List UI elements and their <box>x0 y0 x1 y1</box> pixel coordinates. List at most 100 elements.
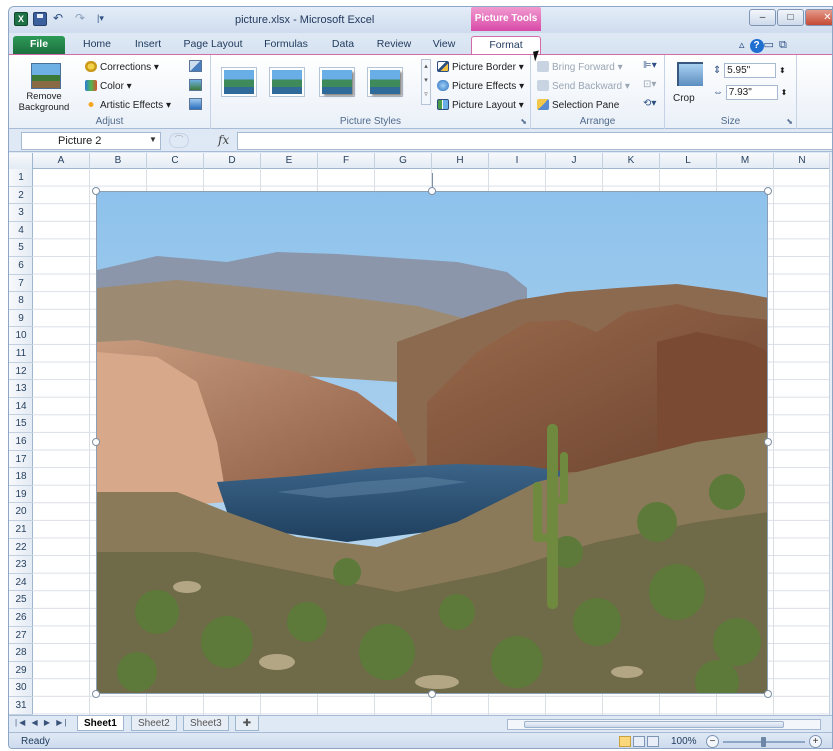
minimize-button[interactable]: – <box>749 9 776 26</box>
row-header[interactable]: 9 <box>9 310 33 328</box>
column-header[interactable]: C <box>147 153 204 169</box>
horizontal-scroll-thumb[interactable] <box>524 721 784 728</box>
sheet-tab-sheet1[interactable]: Sheet1 <box>77 716 124 731</box>
minimize-ribbon-icon[interactable]: ▵ <box>739 39 750 51</box>
row-header[interactable]: 14 <box>9 398 33 416</box>
shape-height-input[interactable]: 5.95" <box>724 63 777 78</box>
resize-handle-right[interactable] <box>764 438 772 446</box>
width-spinner-icon[interactable]: ⬍ <box>781 88 788 97</box>
row-header[interactable]: 13 <box>9 380 33 398</box>
column-header[interactable]: G <box>375 153 432 169</box>
column-header[interactable]: B <box>90 153 147 169</box>
column-header[interactable]: H <box>432 153 489 169</box>
sheet-tab-sheet2[interactable]: Sheet2 <box>131 716 177 731</box>
maximize-button[interactable]: □ <box>777 9 804 26</box>
row-header[interactable]: 5 <box>9 239 33 257</box>
save-icon[interactable] <box>33 12 47 26</box>
row-header[interactable]: 4 <box>9 222 33 240</box>
column-header[interactable]: D <box>204 153 261 169</box>
zoom-in-icon[interactable]: + <box>809 735 822 748</box>
page-break-preview-icon[interactable] <box>647 736 659 747</box>
normal-view-icon[interactable] <box>619 736 631 747</box>
rotate-icon[interactable]: ⟲▾ <box>643 98 656 109</box>
send-backward-button[interactable]: Send Backward ▾ <box>537 80 630 92</box>
crop-button[interactable]: Crop <box>669 57 711 113</box>
vertical-scrollbar[interactable] <box>829 153 832 715</box>
tab-formulas[interactable]: Formulas <box>255 36 317 55</box>
column-header[interactable]: M <box>717 153 774 169</box>
close-button[interactable]: ✕ <box>805 9 832 26</box>
workbook-restore-icon[interactable]: ⧉ <box>779 39 792 51</box>
page-layout-view-icon[interactable] <box>633 736 645 747</box>
picture-styles-dialog-launcher[interactable]: ⬊ <box>520 117 527 126</box>
formula-bar-resize-icon[interactable]: ⌒ <box>169 133 189 148</box>
resize-handle-top-left[interactable] <box>92 187 100 195</box>
column-header[interactable]: N <box>774 153 829 169</box>
tab-format[interactable]: Format <box>471 36 541 55</box>
compress-pictures-icon[interactable] <box>189 60 202 72</box>
picture-layout-button[interactable]: Picture Layout ▾ <box>437 99 524 111</box>
horizontal-scrollbar[interactable] <box>507 719 821 730</box>
picture-styles-gallery-scroll[interactable]: ▴ ▾ ▿ <box>421 59 431 105</box>
column-header[interactable]: A <box>33 153 90 169</box>
workbook-minimize-icon[interactable]: ▭ <box>764 39 779 51</box>
resize-handle-top-right[interactable] <box>764 187 772 195</box>
row-header[interactable]: 26 <box>9 609 33 627</box>
group-objects-icon[interactable]: ⊡▾ <box>643 79 656 90</box>
picture-style-simple-frame[interactable] <box>221 67 257 97</box>
tab-data[interactable]: Data <box>323 36 363 55</box>
redo-icon[interactable]: ↷ <box>75 11 85 25</box>
zoom-out-icon[interactable]: − <box>706 735 719 748</box>
row-header[interactable]: 29 <box>9 662 33 680</box>
resize-handle-bottom-left[interactable] <box>92 690 100 698</box>
excel-app-icon[interactable]: X <box>14 12 28 26</box>
remove-background-button[interactable]: Remove Background <box>13 57 75 113</box>
inserted-picture[interactable] <box>96 191 768 694</box>
row-header[interactable]: 22 <box>9 539 33 557</box>
resize-handle-left[interactable] <box>92 438 100 446</box>
reset-picture-icon[interactable] <box>189 98 202 110</box>
row-header[interactable]: 6 <box>9 257 33 275</box>
tab-file[interactable]: File <box>13 36 65 55</box>
column-header[interactable]: E <box>261 153 318 169</box>
row-header[interactable]: 30 <box>9 679 33 697</box>
artistic-effects-button[interactable]: Artistic Effects ▾ <box>85 99 171 111</box>
row-header[interactable]: 2 <box>9 187 33 205</box>
tab-review[interactable]: Review <box>369 36 419 55</box>
zoom-level[interactable]: 100% <box>671 736 697 747</box>
row-header[interactable]: 11 <box>9 345 33 363</box>
row-header[interactable]: 7 <box>9 275 33 293</box>
row-header[interactable]: 10 <box>9 327 33 345</box>
tab-view[interactable]: View <box>423 36 465 55</box>
row-header[interactable]: 23 <box>9 556 33 574</box>
size-dialog-launcher[interactable]: ⬊ <box>786 117 793 126</box>
change-picture-icon[interactable] <box>189 79 202 91</box>
selection-pane-button[interactable]: Selection Pane <box>537 99 619 111</box>
insert-function-icon[interactable]: fx <box>218 133 229 147</box>
formula-input[interactable] <box>237 132 832 150</box>
row-header[interactable]: 16 <box>9 433 33 451</box>
height-spinner-icon[interactable]: ⬍ <box>779 66 786 75</box>
picture-effects-button[interactable]: Picture Effects ▾ <box>437 80 524 92</box>
column-header[interactable]: I <box>489 153 546 169</box>
tab-insert[interactable]: Insert <box>123 36 173 55</box>
row-header[interactable]: 3 <box>9 204 33 222</box>
column-header[interactable]: J <box>546 153 603 169</box>
row-header[interactable]: 17 <box>9 451 33 469</box>
row-header[interactable]: 25 <box>9 591 33 609</box>
help-icon[interactable]: ? <box>749 39 764 53</box>
row-header[interactable]: 27 <box>9 627 33 645</box>
row-header[interactable]: 28 <box>9 644 33 662</box>
align-icon[interactable]: ⊫▾ <box>643 60 657 71</box>
row-header[interactable]: 8 <box>9 292 33 310</box>
undo-icon[interactable]: ↶ <box>53 11 63 25</box>
bring-forward-button[interactable]: Bring Forward ▾ <box>537 61 623 73</box>
shape-width-input[interactable]: 7.93" <box>725 85 778 100</box>
corrections-button[interactable]: Corrections ▾ <box>85 61 159 73</box>
row-header[interactable]: 24 <box>9 574 33 592</box>
column-header[interactable]: K <box>603 153 660 169</box>
resize-handle-bottom-right[interactable] <box>764 690 772 698</box>
column-header[interactable]: L <box>660 153 717 169</box>
row-header[interactable]: 20 <box>9 503 33 521</box>
column-header[interactable]: F <box>318 153 375 169</box>
